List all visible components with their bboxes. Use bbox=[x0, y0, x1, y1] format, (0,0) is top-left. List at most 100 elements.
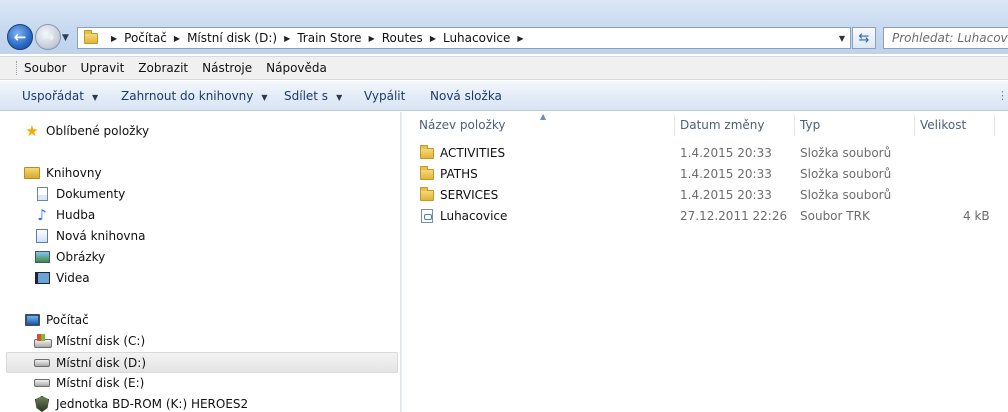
column-header-name[interactable]: Název položky bbox=[419, 118, 505, 132]
folder-icon bbox=[420, 187, 434, 201]
nav-disk-d-label: Místní disk (D:) bbox=[56, 355, 147, 370]
forward-button[interactable]: → bbox=[35, 24, 61, 50]
organize-button[interactable]: Uspořádat ▼ bbox=[22, 89, 98, 103]
menu-help[interactable]: Nápověda bbox=[266, 61, 327, 75]
file-name: Luhacovice bbox=[440, 209, 508, 223]
nav-disk-c-label: Místní disk (C:) bbox=[56, 334, 146, 348]
libraries-icon bbox=[24, 167, 40, 179]
chevron-down-icon: ▼ bbox=[336, 93, 343, 102]
breadcrumb-luhacovice[interactable]: Luhacovice bbox=[443, 31, 510, 45]
sort-ascending-icon: ▲ bbox=[540, 112, 547, 121]
breadcrumb-separator-icon[interactable]: ▶ bbox=[369, 34, 375, 43]
nav-new-library[interactable]: Nová knihovna bbox=[34, 228, 145, 244]
file-type: Soubor TRK bbox=[800, 209, 870, 223]
toolbar-grip bbox=[16, 61, 19, 75]
file-date: 27.12.2011 22:26 bbox=[680, 209, 788, 223]
refresh-icon: ⇆ bbox=[858, 30, 870, 46]
nav-documents-label: Dokumenty bbox=[56, 187, 126, 201]
file-date: 1.4.2015 20:33 bbox=[680, 188, 772, 202]
column-header-type[interactable]: Typ bbox=[800, 118, 820, 132]
column-divider[interactable] bbox=[994, 114, 995, 136]
recent-pages-dropdown[interactable]: ▼ bbox=[62, 33, 69, 43]
breadcrumb-separator-icon[interactable]: ▶ bbox=[430, 34, 436, 43]
nav-new-library-label: Nová knihovna bbox=[56, 229, 146, 243]
nav-videos-label: Videa bbox=[56, 271, 90, 285]
menu-file[interactable]: Soubor bbox=[24, 61, 66, 75]
nav-bd-rom[interactable]: Jednotka BD-ROM (K:) HEROES2 bbox=[34, 396, 248, 412]
file-row[interactable]: ACTIVITIES 1.4.2015 20:33 Složka souborů bbox=[418, 143, 1008, 163]
organize-label: Uspořádat bbox=[22, 89, 84, 103]
column-header-date[interactable]: Datum změny bbox=[680, 118, 765, 132]
navigation-pane: ★ Oblíbené položky Knihovny Dokumenty ♪ … bbox=[0, 112, 400, 412]
address-bar[interactable]: ▶ Počítač ▶ Místní disk (D:) ▶ Train Sto… bbox=[77, 27, 851, 49]
burn-button[interactable]: Vypálit bbox=[364, 89, 405, 103]
breadcrumb-computer[interactable]: Počítač bbox=[124, 31, 167, 45]
nav-favorites-label: Oblíbené položky bbox=[46, 124, 150, 138]
folder-icon bbox=[84, 29, 98, 44]
nav-disk-e-label: Místní disk (E:) bbox=[56, 376, 145, 390]
nav-disk-c[interactable]: Místní disk (C:) bbox=[34, 333, 145, 349]
breadcrumb-routes[interactable]: Routes bbox=[382, 31, 423, 45]
new-folder-label: Nová složka bbox=[430, 89, 502, 103]
breadcrumb-separator-icon[interactable]: ▶ bbox=[111, 34, 117, 43]
nav-disk-e[interactable]: Místní disk (E:) bbox=[34, 375, 144, 391]
column-divider[interactable] bbox=[914, 114, 915, 136]
library-icon bbox=[36, 229, 48, 243]
nav-pictures[interactable]: Obrázky bbox=[34, 249, 105, 265]
music-icon: ♪ bbox=[37, 206, 47, 224]
chevron-down-icon: ▼ bbox=[91, 93, 99, 102]
address-toolbar: ← → ▼ ▶ Počítač ▶ Místní disk (D:) ▶ Tra… bbox=[0, 0, 1008, 54]
back-button[interactable]: ← bbox=[7, 24, 33, 50]
nav-videos[interactable]: Videa bbox=[34, 270, 90, 286]
menu-bar: Soubor Upravit Zobrazit Nástroje Nápověd… bbox=[0, 56, 1008, 80]
nav-computer[interactable]: Počítač bbox=[24, 312, 89, 328]
videos-icon bbox=[34, 272, 50, 284]
bd-rom-drive-icon bbox=[35, 396, 49, 412]
address-history-dropdown[interactable]: ▼ bbox=[834, 28, 850, 48]
nav-computer-label: Počítač bbox=[46, 313, 89, 327]
file-date: 1.4.2015 20:33 bbox=[680, 167, 772, 181]
file-name: ACTIVITIES bbox=[440, 146, 506, 160]
file-name: SERVICES bbox=[440, 188, 499, 202]
breadcrumb-train-store[interactable]: Train Store bbox=[297, 31, 361, 45]
column-divider[interactable] bbox=[794, 114, 795, 136]
view-options-icon[interactable]: ⋮ bbox=[997, 89, 1008, 102]
file-row[interactable]: Luhacovice 27.12.2011 22:26 Soubor TRK 4… bbox=[418, 206, 1008, 226]
menu-edit[interactable]: Upravit bbox=[80, 61, 124, 75]
nav-disk-d[interactable]: Místní disk (D:) bbox=[6, 352, 398, 373]
breadcrumb-separator-icon[interactable]: ▶ bbox=[174, 34, 180, 43]
nav-libraries-label: Knihovny bbox=[46, 166, 102, 180]
file-size: 4 kB bbox=[963, 209, 990, 223]
file-row[interactable]: PATHS 1.4.2015 20:33 Složka souborů bbox=[418, 164, 1008, 184]
search-input[interactable]: Prohledat: Luhacovice bbox=[883, 27, 1008, 49]
breadcrumb-separator-icon[interactable]: ▶ bbox=[284, 34, 290, 43]
chevron-down-icon: ▼ bbox=[838, 33, 846, 43]
breadcrumb-disk-d[interactable]: Místní disk (D:) bbox=[187, 31, 277, 45]
burn-label: Vypálit bbox=[364, 89, 406, 103]
breadcrumb-separator-icon[interactable]: ▶ bbox=[517, 34, 523, 43]
column-divider[interactable] bbox=[674, 114, 675, 136]
folder-icon bbox=[420, 145, 434, 159]
chevron-down-icon: ▼ bbox=[62, 33, 69, 43]
nav-documents[interactable]: Dokumenty bbox=[34, 186, 125, 202]
computer-icon bbox=[24, 314, 40, 326]
file-row[interactable]: SERVICES 1.4.2015 20:33 Složka souborů bbox=[418, 185, 1008, 205]
menu-view[interactable]: Zobrazit bbox=[138, 61, 188, 75]
menu-tools[interactable]: Nástroje bbox=[202, 61, 252, 75]
share-with-button[interactable]: Sdílet s ▼ bbox=[284, 89, 342, 103]
file-date: 1.4.2015 20:33 bbox=[680, 146, 772, 160]
refresh-button[interactable]: ⇆ bbox=[852, 27, 876, 49]
search-placeholder: Prohledat: Luhacovice bbox=[892, 31, 1008, 45]
new-folder-button[interactable]: Nová složka bbox=[430, 89, 502, 103]
file-name: PATHS bbox=[440, 167, 478, 181]
drive-icon bbox=[34, 358, 50, 367]
include-in-library-button[interactable]: Zahrnout do knihovny ▼ bbox=[121, 89, 268, 103]
trk-file-icon bbox=[421, 209, 433, 223]
nav-music[interactable]: ♪ Hudba bbox=[34, 206, 95, 224]
nav-libraries[interactable]: Knihovny bbox=[24, 165, 102, 181]
arrow-right-icon: → bbox=[41, 28, 55, 46]
drive-icon bbox=[34, 379, 50, 387]
column-header-size[interactable]: Velikost bbox=[920, 118, 966, 132]
nav-favorites[interactable]: ★ Oblíbené položky bbox=[24, 122, 150, 140]
nav-bd-rom-label: Jednotka BD-ROM (K:) HEROES2 bbox=[56, 397, 249, 411]
